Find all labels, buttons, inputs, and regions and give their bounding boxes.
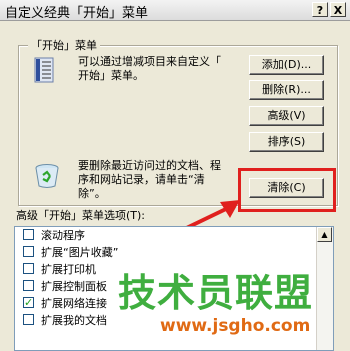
start-menu-icon: [34, 57, 54, 83]
remove-button[interactable]: 删除(R)...: [249, 80, 324, 100]
help-button[interactable]: ?: [312, 2, 328, 17]
advanced-options-label: 高级「开始」菜单选项(T):: [16, 209, 146, 222]
option-checkbox[interactable]: [23, 263, 34, 274]
recycle-bin-icon: [35, 164, 59, 188]
option-checkbox[interactable]: [23, 280, 34, 291]
window-title: 自定义经典「开始」菜单: [5, 6, 149, 21]
scroll-up-arrow-icon[interactable]: ▲: [317, 227, 332, 242]
watermark-url: www.jsgho.com: [160, 316, 311, 336]
close-button[interactable]: X: [330, 2, 346, 17]
list-item[interactable]: 扩展“图片收藏”: [15, 244, 333, 261]
advanced-button[interactable]: 高级(V): [249, 106, 324, 126]
title-bar: 自定义经典「开始」菜单 ? X: [0, 0, 350, 21]
clear-highlight-box: [238, 168, 336, 212]
option-checkbox[interactable]: [23, 314, 34, 325]
option-checkbox[interactable]: [23, 294, 34, 311]
watermark-logo-text: 技术员联盟: [118, 271, 314, 315]
clear-description: 要删除最近访问过的文档、程 序和网站记录，请单击“清 除”。: [78, 159, 221, 200]
group-legend: 「开始」菜单: [28, 37, 100, 53]
customize-description: 可以通过增减项目来自定义「 开始」菜单。: [78, 55, 221, 82]
option-checkbox[interactable]: [23, 229, 34, 240]
option-checkbox[interactable]: [23, 246, 34, 257]
list-scrollbar[interactable]: ▲: [316, 227, 333, 350]
sort-button[interactable]: 排序(S): [249, 132, 324, 152]
list-item[interactable]: 滚动程序: [15, 227, 333, 244]
add-button[interactable]: 添加(D)...: [249, 55, 324, 75]
